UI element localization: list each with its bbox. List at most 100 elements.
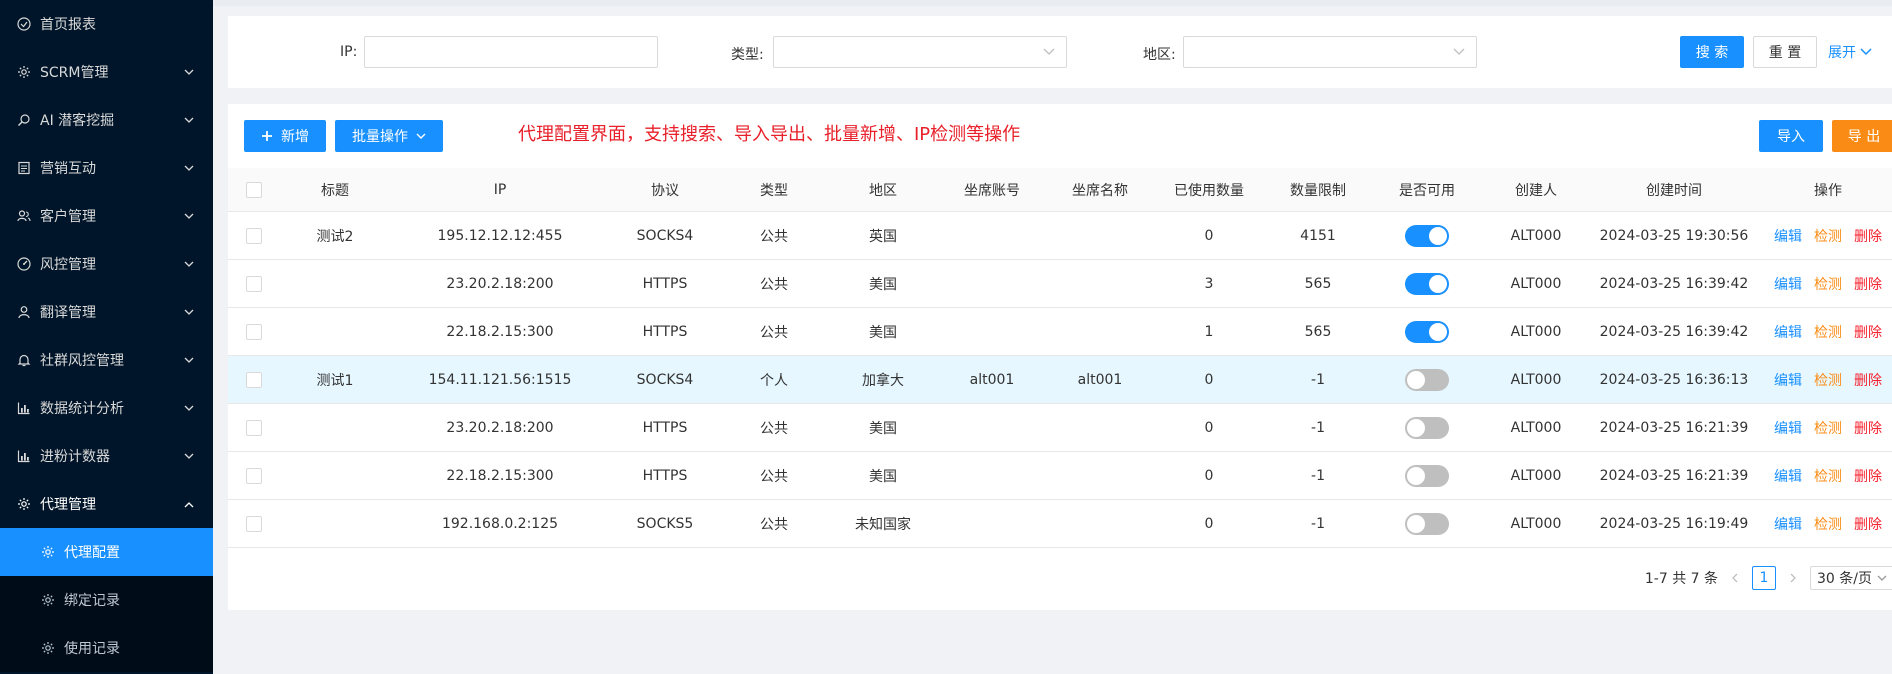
batch-operation-button[interactable]: 批量操作 <box>335 120 443 152</box>
chevron-down-icon <box>183 306 195 318</box>
delete-link[interactable]: 删除 <box>1854 226 1882 246</box>
sidebar-item-9[interactable]: 进粉计数器 <box>0 432 213 480</box>
select-all-checkbox[interactable] <box>246 181 262 198</box>
table-row: 测试1 154.11.121.56:1515 SOCKS4 个人 加拿大 alt001 al… <box>228 356 1892 404</box>
check-link[interactable]: 检测 <box>1814 514 1842 534</box>
cell-region: 英国 <box>869 228 897 245</box>
cell-created: 2024-03-25 16:36:13 <box>1599 371 1749 388</box>
type-select[interactable] <box>773 36 1067 68</box>
sidebar-item-1[interactable]: SCRM管理 <box>0 48 213 96</box>
enabled-toggle[interactable] <box>1405 320 1449 343</box>
next-page-icon[interactable] <box>1786 573 1800 583</box>
enabled-toggle[interactable] <box>1405 512 1449 535</box>
sidebar-subitem-label: 代理配置 <box>64 545 120 561</box>
cell-limit: 565 <box>1304 275 1332 292</box>
check-link[interactable]: 检测 <box>1814 418 1842 438</box>
edit-link[interactable]: 编辑 <box>1774 514 1802 534</box>
sidebar-item-8[interactable]: 数据统计分析 <box>0 384 213 432</box>
cell-limit: -1 <box>1311 419 1325 436</box>
column-header: 创建时间 <box>1646 182 1702 199</box>
delete-link[interactable]: 删除 <box>1854 274 1882 294</box>
row-actions: 编辑 检测 删除 <box>1774 418 1882 438</box>
check-link[interactable]: 检测 <box>1814 466 1842 486</box>
cell-creator: ALT000 <box>1510 275 1562 292</box>
cell-seat-account <box>938 212 1046 259</box>
enabled-toggle[interactable] <box>1405 464 1449 487</box>
delete-link[interactable]: 删除 <box>1854 322 1882 342</box>
region-select[interactable] <box>1183 36 1477 68</box>
check-link[interactable]: 检测 <box>1814 226 1842 246</box>
sidebar-item-6[interactable]: 翻译管理 <box>0 288 213 336</box>
edit-link[interactable]: 编辑 <box>1774 466 1802 486</box>
sidebar-item-0[interactable]: 首页报表 <box>0 0 213 48</box>
chevron-down-icon <box>1452 45 1466 59</box>
edit-link[interactable]: 编辑 <box>1774 322 1802 342</box>
sidebar-item-7[interactable]: 社群风控管理 <box>0 336 213 384</box>
sidebar-item-10[interactable]: 代理管理 <box>0 480 213 528</box>
check-link[interactable]: 检测 <box>1814 322 1842 342</box>
cell-seat-account <box>938 452 1046 499</box>
row-actions: 编辑 检测 删除 <box>1774 514 1882 534</box>
edit-link[interactable]: 编辑 <box>1774 418 1802 438</box>
cell-limit: -1 <box>1311 467 1325 484</box>
cell-title <box>280 308 390 355</box>
cell-seat-account <box>938 404 1046 451</box>
delete-link[interactable]: 删除 <box>1854 466 1882 486</box>
enabled-toggle[interactable] <box>1405 368 1449 391</box>
cell-type: 个人 <box>760 372 788 389</box>
cell-region: 美国 <box>869 468 897 485</box>
sidebar-item-5[interactable]: 风控管理 <box>0 240 213 288</box>
cell-seat-name: alt001 <box>1077 371 1123 388</box>
cell-created: 2024-03-25 19:30:56 <box>1599 227 1749 244</box>
delete-link[interactable]: 删除 <box>1854 418 1882 438</box>
row-checkbox[interactable] <box>246 515 262 532</box>
check-link[interactable]: 检测 <box>1814 370 1842 390</box>
table-row: 23.20.2.18:200 HTTPS 公共 美国 3 565 ALT000 2024-03… <box>228 260 1892 308</box>
enabled-toggle[interactable] <box>1405 272 1449 295</box>
row-checkbox[interactable] <box>246 371 262 388</box>
bar-chart-icon <box>16 400 32 416</box>
edit-link[interactable]: 编辑 <box>1774 370 1802 390</box>
delete-link[interactable]: 删除 <box>1854 514 1882 534</box>
cell-type: 公共 <box>760 276 788 293</box>
sidebar-subitem-0[interactable]: 代理配置 <box>0 528 213 576</box>
export-button[interactable]: 导 出 <box>1832 120 1892 152</box>
row-checkbox[interactable] <box>246 419 262 436</box>
edit-link[interactable]: 编辑 <box>1774 274 1802 294</box>
sidebar-item-label: 数据统计分析 <box>40 401 124 417</box>
toggle-knob <box>1429 322 1447 341</box>
expand-toggle[interactable]: 展开 <box>1828 42 1872 62</box>
sidebar-item-2[interactable]: AI 潜客挖掘 <box>0 96 213 144</box>
ip-input[interactable] <box>364 36 658 68</box>
page-size-select[interactable]: 30 条/页 <box>1810 566 1892 590</box>
delete-link[interactable]: 删除 <box>1854 370 1882 390</box>
sidebar-subitem-1[interactable]: 绑定记录 <box>0 576 213 624</box>
sidebar-subitem-2[interactable]: 使用记录 <box>0 624 213 672</box>
enabled-toggle[interactable] <box>1405 224 1449 247</box>
gear-icon <box>40 640 56 656</box>
sidebar-item-4[interactable]: 客户管理 <box>0 192 213 240</box>
row-checkbox[interactable] <box>246 275 262 292</box>
sidebar-item-label: SCRM管理 <box>40 65 109 81</box>
enabled-cell <box>1372 260 1482 307</box>
cell-used: 0 <box>1204 227 1214 244</box>
row-checkbox[interactable] <box>246 323 262 340</box>
sidebar-item-label: 社群风控管理 <box>40 353 124 369</box>
enabled-toggle[interactable] <box>1405 416 1449 439</box>
prev-page-icon[interactable] <box>1728 573 1742 583</box>
page-number-current[interactable]: 1 <box>1752 566 1776 590</box>
sidebar-item-3[interactable]: 营销互动 <box>0 144 213 192</box>
search-button[interactable]: 搜 索 <box>1680 36 1744 68</box>
cell-seat-name <box>1046 452 1154 499</box>
edit-link[interactable]: 编辑 <box>1774 226 1802 246</box>
check-link[interactable]: 检测 <box>1814 274 1842 294</box>
row-checkbox[interactable] <box>246 227 262 244</box>
row-checkbox[interactable] <box>246 467 262 484</box>
import-button[interactable]: 导入 <box>1759 120 1823 152</box>
reset-button[interactable]: 重 置 <box>1753 36 1817 68</box>
cell-seat-name <box>1046 260 1154 307</box>
row-checkbox-cell <box>228 260 280 307</box>
toggle-knob <box>1407 466 1425 485</box>
add-button[interactable]: 新增 <box>244 120 326 152</box>
cell-created: 2024-03-25 16:39:42 <box>1599 323 1749 340</box>
